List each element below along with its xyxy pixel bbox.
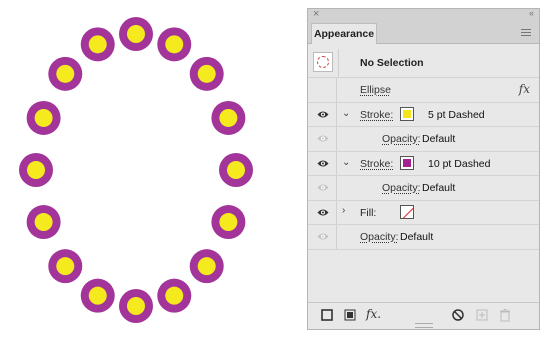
add-new-stroke-icon[interactable] [320, 308, 334, 322]
row-fill[interactable]: › Fill: [308, 200, 539, 225]
stroke-label[interactable]: Stroke: [360, 158, 393, 170]
panel-menu-icon[interactable] [521, 29, 531, 38]
ellipse-dash-dot [48, 56, 83, 91]
ellipse-dash-dot [119, 289, 153, 323]
ellipse-dash-dot [80, 278, 115, 313]
fx-icon[interactable]: fx [519, 82, 530, 96]
opacity-label[interactable]: Opacity: [360, 231, 399, 243]
ellipse-dash-dot [26, 205, 61, 240]
eye-icon[interactable] [317, 232, 329, 241]
eye-icon[interactable] [317, 208, 329, 217]
stroke-color-swatch[interactable] [400, 155, 414, 170]
panel-footer: fx. [308, 302, 539, 329]
appearance-panel: × ‹‹ Appearance No Selection Ellipse fx … [307, 8, 540, 330]
clear-appearance-icon[interactable] [451, 308, 465, 322]
ellipse-dash-dot [189, 56, 224, 91]
duplicate-item-icon[interactable] [475, 308, 489, 322]
resize-grip[interactable] [414, 323, 433, 328]
chevron-down-icon[interactable]: ⌄ [342, 108, 350, 119]
selection-thumbnail [313, 52, 333, 72]
row-stroke-10pt[interactable]: ⌄ Stroke: 10 pt Dashed [308, 151, 539, 176]
stroke-color-swatch[interactable] [400, 106, 414, 121]
ellipse-dash-dot [48, 249, 83, 284]
opacity-label[interactable]: Opacity: [382, 182, 421, 194]
ellipse-dash-dot [119, 17, 153, 51]
opacity-value: Default [400, 231, 434, 243]
add-new-effect-icon[interactable]: fx. [366, 307, 386, 321]
row-stroke-5pt-opacity[interactable]: Opacity: Default [308, 127, 539, 152]
ellipse-dash-dot [80, 27, 115, 62]
dashed-ellipse-artwork [19, 17, 253, 323]
delete-item-icon[interactable] [498, 308, 512, 322]
chevron-right-icon[interactable]: › [342, 205, 345, 216]
ellipse-dash-dot [157, 278, 192, 313]
stroke-value[interactable]: 10 pt Dashed [428, 158, 490, 170]
stroke-value[interactable]: 5 pt Dashed [428, 109, 485, 121]
fill-label: Fill: [360, 206, 377, 219]
chevron-down-icon[interactable]: ⌄ [342, 157, 350, 168]
eye-icon[interactable] [317, 110, 329, 119]
eye-icon[interactable] [317, 159, 329, 168]
add-new-fill-icon[interactable] [343, 308, 357, 322]
ellipse-dash-dot [189, 249, 224, 284]
appearance-rows: No Selection Ellipse fx ⌄ Stroke: 5 pt D… [308, 49, 539, 250]
ellipse-dash-dot [211, 100, 246, 135]
row-ellipse[interactable]: Ellipse fx [308, 78, 539, 103]
opacity-value: Default [422, 133, 456, 145]
ellipse-dash-dot [219, 153, 253, 187]
panel-titlebar: × ‹‹ [308, 8, 539, 21]
row-opacity[interactable]: Opacity: Default [308, 225, 539, 250]
row-stroke-10pt-opacity[interactable]: Opacity: Default [308, 176, 539, 201]
tab-appearance[interactable]: Appearance [311, 23, 377, 44]
selection-label: No Selection [360, 57, 424, 69]
fill-none-swatch[interactable] [400, 204, 414, 219]
opacity-value: Default [422, 182, 456, 194]
eye-icon[interactable] [317, 183, 329, 192]
eye-icon[interactable] [317, 134, 329, 143]
ellipse-dash-dot [157, 27, 192, 62]
artwork-canvas [0, 0, 300, 348]
ellipse-label[interactable]: Ellipse [360, 84, 391, 96]
ellipse-dash-dot [211, 205, 246, 240]
panel-tabbar: Appearance [308, 21, 539, 44]
collapse-icon[interactable]: ‹‹ [529, 8, 534, 18]
close-icon[interactable]: × [313, 8, 319, 20]
ellipse-dash-dot [26, 100, 61, 135]
ellipse-dash-dot [19, 153, 53, 187]
opacity-label[interactable]: Opacity: [382, 133, 421, 145]
row-stroke-5pt[interactable]: ⌄ Stroke: 5 pt Dashed [308, 102, 539, 127]
row-no-selection: No Selection [308, 49, 539, 78]
stroke-label[interactable]: Stroke: [360, 109, 393, 121]
